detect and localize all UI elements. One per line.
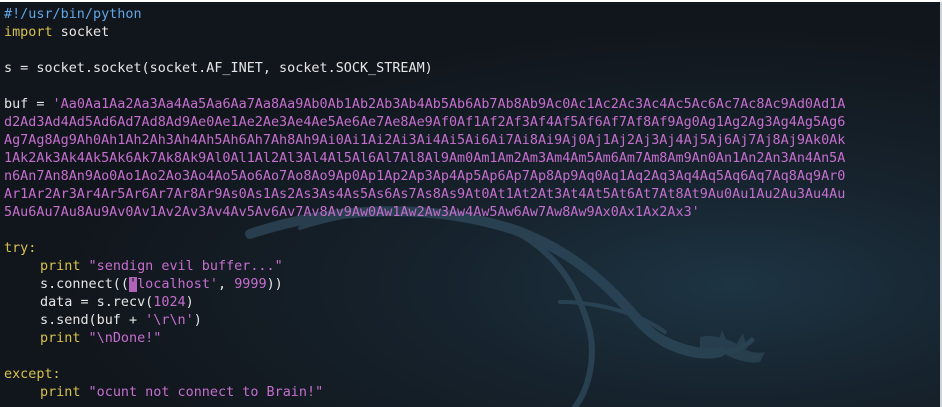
host-string: localhost'	[137, 277, 218, 292]
print-keyword: print	[40, 385, 81, 400]
connect-call: s.connect((	[40, 277, 129, 292]
shebang-comment: #!/usr/bin/python	[4, 7, 142, 22]
send-call: s.send(buf +	[40, 313, 146, 328]
except-keyword: except:	[4, 367, 61, 382]
code-line-except: except:	[4, 366, 940, 384]
buf-assignment: buf =	[4, 97, 53, 112]
send-close: )	[193, 313, 202, 328]
recv-call: data = s.recv(	[40, 295, 154, 310]
buf-string-line: n6An7An8An9Ao0Ao1Ao2Ao3Ao4Ao5Ao6Ao7Ao8Ao…	[4, 169, 846, 184]
connect-separator: ,	[218, 277, 235, 292]
code-line-buf-wrap: n6An7An8An9Ao0Ao1Ao2Ao3Ao4Ao5Ao6Ao7Ao8Ao…	[4, 168, 940, 186]
code-line-import: import socket	[4, 24, 940, 42]
code-line-buf-wrap: 1Ak2Ak3Ak4Ak5Ak6Ak7Ak8Ak9Al0Al1Al2Al3Al4…	[4, 150, 940, 168]
code-line-buf-wrap: 5Au6Au7Au8Au9Av0Av1Av2Av3Av4Av5Av6Av7Av8…	[4, 204, 940, 222]
print-string: "\nDone!"	[80, 331, 162, 346]
code-line-socket: s = socket.socket(socket.AF_INET, socket…	[4, 60, 940, 78]
import-module: socket	[52, 25, 110, 40]
recv-close: )	[185, 295, 194, 310]
code-editor[interactable]: #!/usr/bin/python import socket s = sock…	[4, 6, 940, 402]
code-line-recv: data = s.recv(1024)	[4, 294, 940, 312]
buf-string-line: d2Ad3Ad4Ad5Ad6Ad7Ad8Ad9Ae0Ae1Ae2Ae3Ae4Ae…	[4, 115, 846, 130]
code-line-buf-wrap: Ag7Ag8Ag9Ah0Ah1Ah2Ah3Ah4Ah5Ah6Ah7Ah8Ah9A…	[4, 132, 940, 150]
code-line-buf-wrap: d2Ad3Ad4Ad5Ad6Ad7Ad8Ad9Ae0Ae1Ae2Ae3Ae4Ae…	[4, 114, 940, 132]
print-string: "sendign evil buffer..."	[80, 259, 283, 274]
buf-string-line: Ag7Ag8Ag9Ah0Ah1Ah2Ah3Ah4Ah5Ah6Ah7Ah8Ah9A…	[4, 133, 846, 148]
print-keyword: print	[40, 331, 81, 346]
crlf-string: '\r\n'	[145, 313, 194, 328]
buf-string-line: 1Ak2Ak3Ak4Ak5Ak6Ak7Ak8Ak9Al0Al1Al2Al3Al4…	[4, 151, 846, 166]
port-number: 9999	[234, 277, 267, 292]
code-line-connect: s.connect(('localhost', 9999))	[4, 276, 940, 294]
text-cursor[interactable]: '	[129, 277, 138, 292]
code-line-send: s.send(buf + '\r\n')	[4, 312, 940, 330]
code-line-print-done: print "\nDone!"	[4, 330, 940, 348]
connect-close: ))	[266, 277, 283, 292]
code-line-print-error: print "ocunt not connect to Brain!"	[4, 384, 940, 402]
try-keyword: try:	[4, 241, 37, 256]
buf-string-line: Ar1Ar2Ar3Ar4Ar5Ar6Ar7Ar8Ar9As0As1As2As3A…	[4, 187, 846, 202]
terminal-window[interactable]: #!/usr/bin/python import socket s = sock…	[0, 2, 942, 407]
print-string: "ocunt not connect to Brain!"	[80, 385, 324, 400]
code-line-print-send: print "sendign evil buffer..."	[4, 258, 940, 276]
code-line-try: try:	[4, 240, 940, 258]
import-keyword: import	[4, 25, 53, 40]
code-line-buf: buf = 'Aa0Aa1Aa2Aa3Aa4Aa5Aa6Aa7Aa8Aa9Ab0…	[4, 96, 940, 114]
recv-size: 1024	[153, 295, 186, 310]
socket-statement: s = socket.socket(socket.AF_INET, socket…	[4, 61, 433, 76]
buf-string-line: 'Aa0Aa1Aa2Aa3Aa4Aa5Aa6Aa7Aa8Aa9Ab0Ab1Ab2…	[52, 97, 846, 112]
print-keyword: print	[40, 259, 81, 274]
code-line-buf-wrap: Ar1Ar2Ar3Ar4Ar5Ar6Ar7Ar8Ar9As0As1As2As3A…	[4, 186, 940, 204]
buf-string-line: 5Au6Au7Au8Au9Av0Av1Av2Av3Av4Av5Av6Av7Av8…	[4, 205, 700, 220]
code-line-shebang: #!/usr/bin/python	[4, 6, 940, 24]
